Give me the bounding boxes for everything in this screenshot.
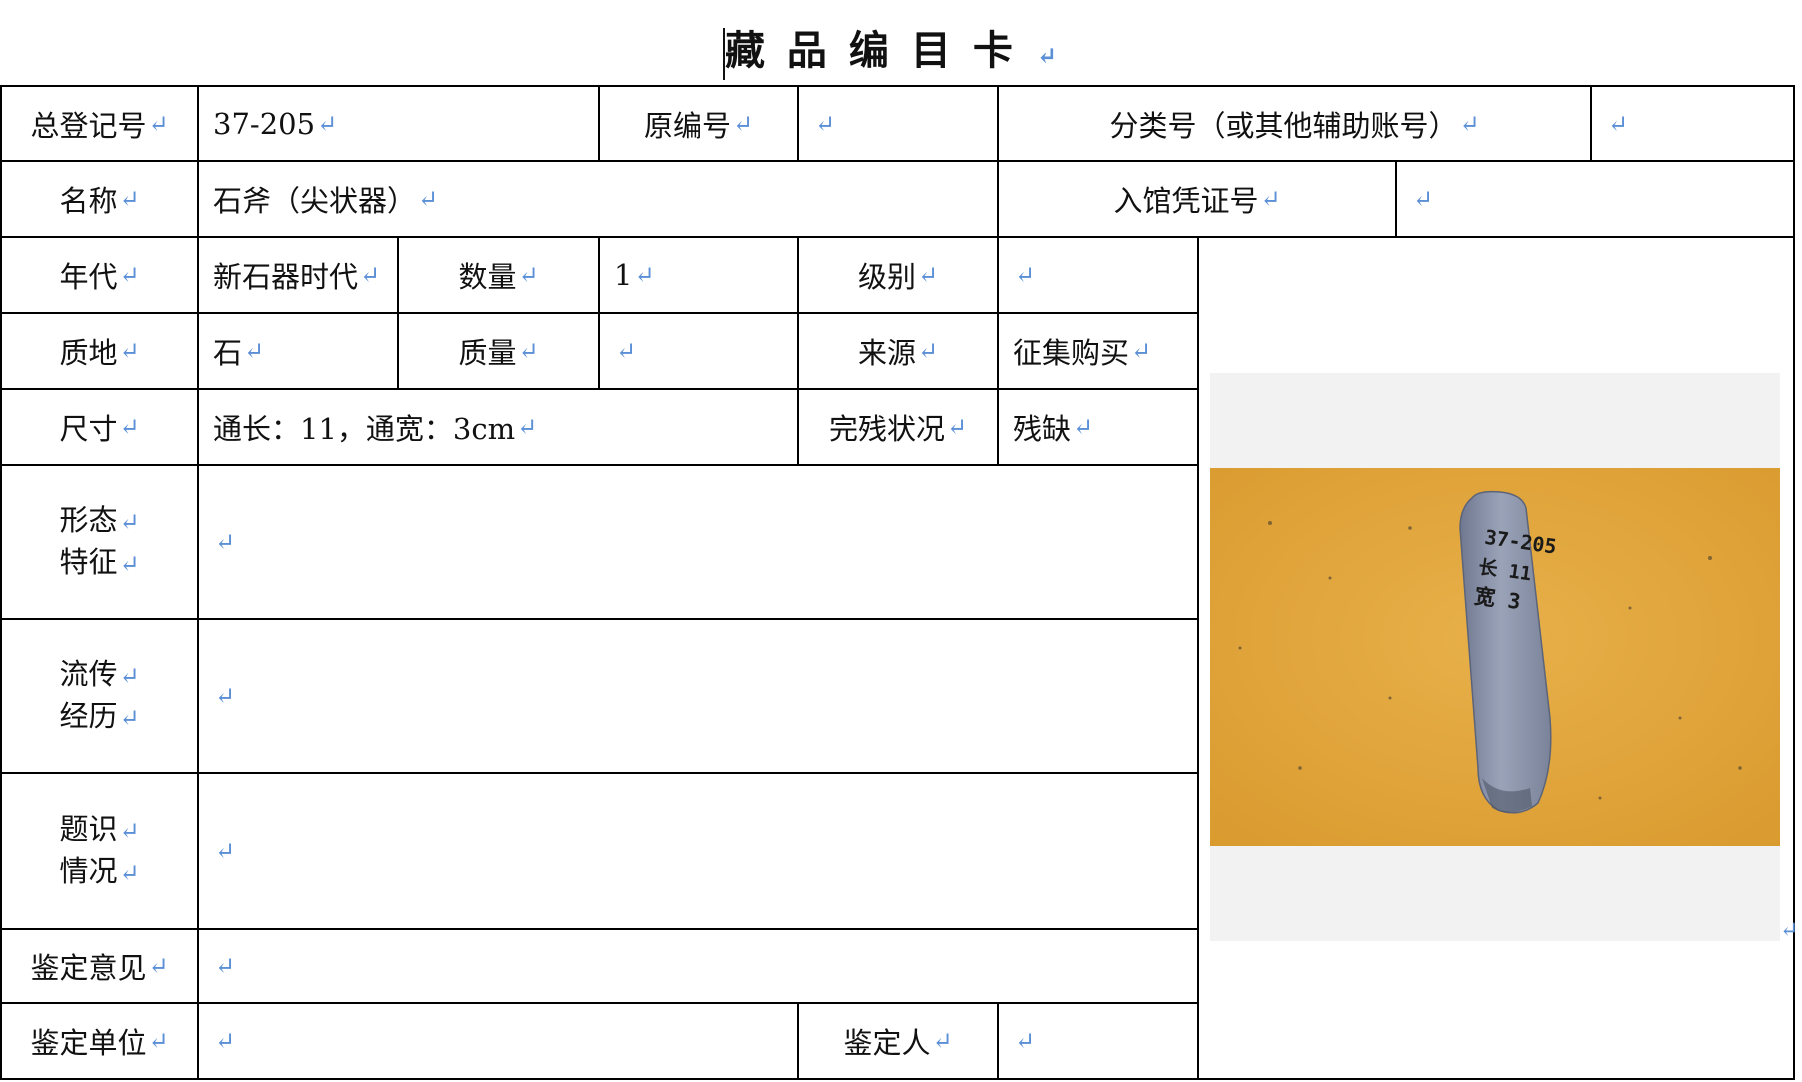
label-source: 来源 ↵ (797, 312, 999, 390)
value-dimensions[interactable]: 通长：11，通宽：3cm ↵ (197, 388, 799, 466)
value-appraisal-opinion[interactable]: ↵ (197, 928, 1199, 1004)
label-category-no: 分类号（或其他辅助账号） ↵ (997, 85, 1592, 162)
stone-axe-photo: 37-205 长 11 宽 3 (1210, 468, 1780, 846)
label-dimensions: 尺寸 ↵ (0, 388, 199, 466)
label-inscription: 题识↵ 情况↵ (0, 772, 199, 930)
label-material: 质地 ↵ (0, 312, 199, 390)
value-voucher-no[interactable]: ↵ (1395, 160, 1795, 238)
label-condition: 完残状况 ↵ (797, 388, 999, 466)
value-category-no[interactable]: ↵ (1590, 85, 1795, 162)
value-mass[interactable]: ↵ (598, 312, 799, 390)
artifact-photo[interactable]: 37-205 长 11 宽 3 (1210, 373, 1780, 941)
label-mass: 质量 ↵ (397, 312, 600, 390)
label-appraisal-unit: 鉴定单位 ↵ (0, 1002, 199, 1080)
card-title: 藏品编目卡↵ (0, 18, 1802, 80)
value-appraisal-unit[interactable]: ↵ (197, 1002, 799, 1080)
value-quantity[interactable]: 1 ↵ (598, 236, 799, 314)
paragraph-mark-icon: ↵ (1780, 918, 1799, 943)
value-grade[interactable]: ↵ (997, 236, 1199, 314)
label-form: 形态↵ 特征↵ (0, 464, 199, 620)
value-orig-no[interactable]: ↵ (797, 85, 999, 162)
value-condition[interactable]: 残缺 ↵ (997, 388, 1199, 466)
value-name[interactable]: 石斧（尖状器） ↵ (197, 160, 999, 238)
label-voucher-no: 入馆凭证号 ↵ (997, 160, 1397, 238)
value-material[interactable]: 石 ↵ (197, 312, 399, 390)
value-era[interactable]: 新石器时代 ↵ (197, 236, 399, 314)
value-appraiser[interactable]: ↵ (997, 1002, 1199, 1080)
label-grade: 级别 ↵ (797, 236, 999, 314)
value-source[interactable]: 征集购买 ↵ (997, 312, 1199, 390)
label-quantity: 数量 ↵ (397, 236, 600, 314)
label-era: 年代 ↵ (0, 236, 199, 314)
label-history: 流传↵ 经历↵ (0, 618, 199, 774)
label-orig-no: 原编号 ↵ (598, 85, 799, 162)
value-total-reg-no[interactable]: 37-205 ↵ (197, 85, 600, 162)
value-history[interactable]: ↵ (197, 618, 1199, 774)
value-inscription[interactable]: ↵ (197, 772, 1199, 930)
label-appraisal-opinion: 鉴定意见 ↵ (0, 928, 199, 1004)
value-form[interactable]: ↵ (197, 464, 1199, 620)
paragraph-mark-icon: ↵ (1036, 41, 1080, 70)
label-name: 名称 ↵ (0, 160, 199, 238)
label-total-reg-no: 总登记号 ↵ (0, 85, 199, 162)
label-appraiser: 鉴定人 ↵ (797, 1002, 999, 1080)
